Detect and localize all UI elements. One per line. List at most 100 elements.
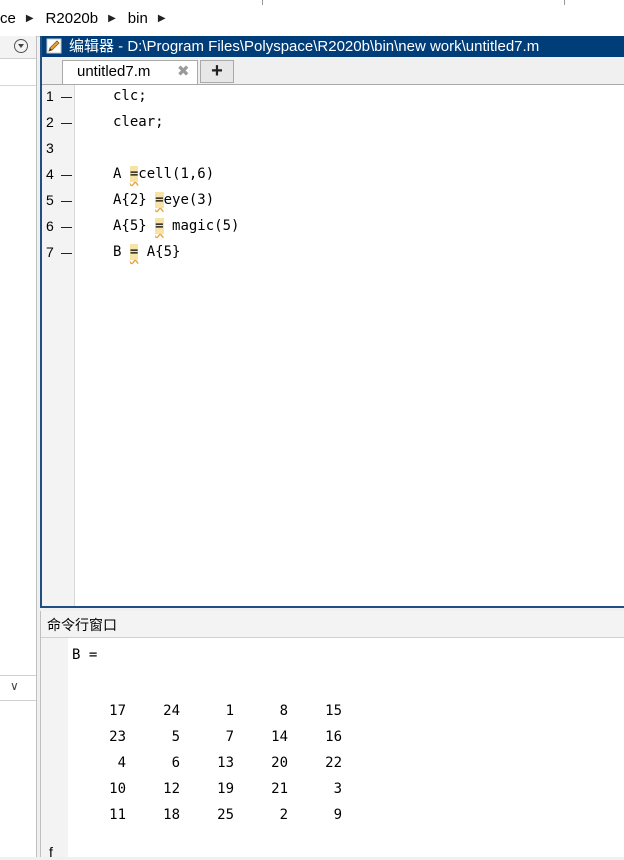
matrix-cell: 16: [325, 729, 342, 745]
matrix-cell: 19: [217, 781, 234, 797]
warning-highlight[interactable]: =: [155, 192, 164, 208]
code-token: eye(3): [163, 192, 215, 208]
editor-pencil-icon: [46, 38, 62, 54]
matrix-cell: 9: [333, 807, 342, 823]
code-token: A{2}: [113, 192, 156, 208]
matrix-cell: 20: [271, 755, 288, 771]
divider: [0, 675, 36, 676]
breadcrumb-item-polyspace[interactable]: ce: [0, 10, 16, 27]
divider: [564, 0, 565, 5]
code-line[interactable]: 1 clc;: [42, 85, 624, 111]
matrix-cell: 17: [109, 703, 126, 719]
matrix-row: 23 5 7 14 16: [72, 724, 342, 750]
breadcrumb-arrow-icon[interactable]: ▶: [26, 13, 34, 24]
matrix-cell: 3: [333, 781, 342, 797]
editor-title-bar: 编辑器 - D:\Program Files\Polyspace\R2020b\…: [42, 36, 624, 57]
command-prompt[interactable]: f: [49, 844, 53, 860]
matrix-row: 11 18 25 2 9: [72, 802, 342, 828]
matrix-cell: 18: [163, 807, 180, 823]
divider: [262, 0, 263, 5]
breakpoint-marker[interactable]: [61, 123, 72, 124]
matrix-cell: 11: [109, 807, 126, 823]
matrix-cell: 2: [279, 807, 288, 823]
matrix-row: 10 12 19 21 3: [72, 776, 342, 802]
line-number: 6: [46, 218, 54, 234]
matrix-cell: 15: [325, 703, 342, 719]
code-line[interactable]: 2 clear;: [42, 111, 624, 137]
breakpoint-marker[interactable]: [61, 175, 72, 176]
panel-menu-icon[interactable]: [14, 39, 28, 53]
breakpoint-marker[interactable]: [61, 227, 72, 228]
command-window-header: 命令行窗口: [41, 611, 624, 638]
divider: [0, 85, 36, 86]
code-text[interactable]: B = A{5}: [113, 244, 180, 260]
tab-label: untitled7.m: [77, 63, 151, 80]
matrix-row: 4 6 13 20 22: [72, 750, 342, 776]
matrix-cell: 1: [225, 703, 234, 719]
line-number: 5: [46, 192, 54, 208]
line-number: 7: [46, 244, 54, 260]
warning-highlight[interactable]: =: [155, 218, 164, 234]
editor-window: 编辑器 - D:\Program Files\Polyspace\R2020b\…: [40, 36, 624, 608]
code-token: A{5}: [113, 218, 156, 234]
line-number: 3: [46, 140, 54, 156]
editor-title: 编辑器 - D:\Program Files\Polyspace\R2020b\…: [69, 38, 540, 55]
code-text[interactable]: A{2} =eye(3): [113, 192, 214, 208]
matrix-cell: 24: [163, 703, 180, 719]
matrix-cell: 22: [325, 755, 342, 771]
command-window-title: 命令行窗口: [47, 617, 117, 633]
close-icon[interactable]: ✖: [177, 62, 190, 80]
matrix-cell: 6: [171, 755, 180, 771]
command-gutter: [41, 638, 68, 857]
matrix-cell: 14: [271, 729, 288, 745]
matrix-cell: 5: [171, 729, 180, 745]
code-token: A: [113, 166, 130, 182]
breakpoint-marker[interactable]: [61, 253, 72, 254]
matrix-cell: 7: [225, 729, 234, 745]
matrix-cell: 25: [217, 807, 234, 823]
matrix-row: 17 24 1 8 15: [72, 698, 342, 724]
output-matrix: 17 24 1 8 15 23 5 7 14 16 4 6 13 20 22 1…: [72, 698, 342, 828]
code-text[interactable]: clc;: [113, 88, 147, 104]
line-number: 1: [46, 88, 54, 104]
matrix-cell: 12: [163, 781, 180, 797]
code-token: A{5}: [138, 244, 181, 260]
code-token: cell(1,6): [138, 166, 215, 182]
code-line[interactable]: 7 B = A{5}: [42, 241, 624, 267]
matrix-cell: 4: [117, 755, 126, 771]
breadcrumb-arrow-icon[interactable]: ▶: [108, 13, 116, 24]
line-number: 2: [46, 114, 54, 130]
code-line[interactable]: 4 A =cell(1,6): [42, 163, 624, 189]
matrix-cell: 13: [217, 755, 234, 771]
breakpoint-marker[interactable]: [61, 97, 72, 98]
code-text[interactable]: A =cell(1,6): [113, 166, 214, 182]
code-token: magic(5): [163, 218, 240, 234]
tab-untitled7[interactable]: untitled7.m ✖: [62, 60, 198, 84]
matrix-cell: 8: [279, 703, 288, 719]
output-variable: B =: [72, 647, 98, 663]
current-folder-panel: ∨: [0, 36, 37, 857]
code-text[interactable]: clear;: [113, 114, 164, 130]
command-window: 命令行窗口 B = 17 24 1 8 15 23 5 7 14 16 4 6 …: [40, 611, 624, 860]
command-output[interactable]: B = 17 24 1 8 15 23 5 7 14 16 4 6 13 20: [72, 638, 622, 857]
matrix-cell: 23: [109, 729, 126, 745]
chevron-down-icon[interactable]: ∨: [10, 679, 19, 693]
panel-header: [0, 36, 36, 59]
new-tab-button[interactable]: +: [200, 60, 234, 83]
breadcrumb-item-bin[interactable]: bin: [128, 10, 148, 27]
matrix-cell: 21: [271, 781, 288, 797]
breadcrumb-item-r2020b[interactable]: R2020b: [46, 10, 99, 27]
code-line[interactable]: 6 A{5} = magic(5): [42, 215, 624, 241]
breadcrumb-arrow-icon[interactable]: ▶: [158, 13, 166, 24]
code-line[interactable]: 5 A{2} =eye(3): [42, 189, 624, 215]
breakpoint-marker[interactable]: [61, 201, 72, 202]
editor-tab-strip: untitled7.m ✖ +: [42, 57, 624, 85]
matrix-cell: 10: [109, 781, 126, 797]
code-text[interactable]: A{5} = magic(5): [113, 218, 239, 234]
code-line[interactable]: 3: [42, 137, 624, 163]
line-number: 4: [46, 166, 54, 182]
divider: [0, 700, 36, 701]
breadcrumb: ce ▶ R2020b ▶ bin ▶: [0, 0, 178, 36]
address-bar: ce ▶ R2020b ▶ bin ▶: [0, 0, 624, 37]
code-token: B: [113, 244, 130, 260]
